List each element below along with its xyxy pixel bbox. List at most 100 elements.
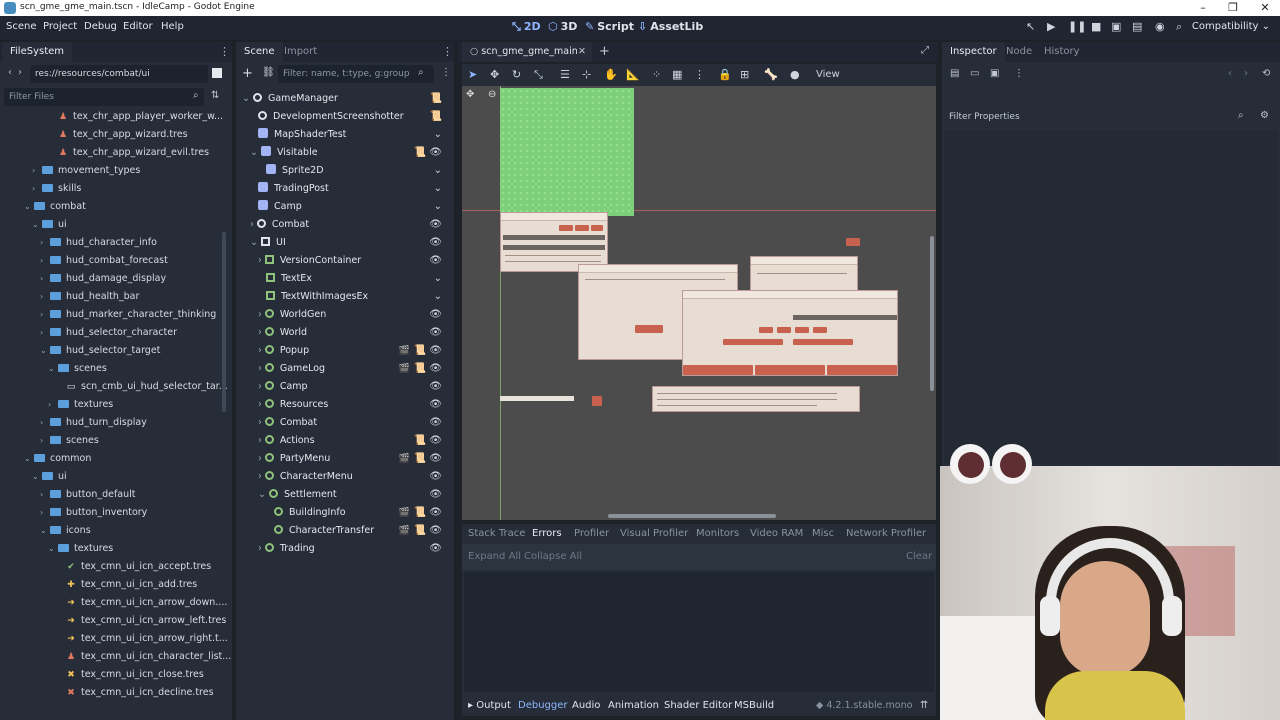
tab-msbuild[interactable]: MSBuild: [734, 700, 774, 711]
folder-item[interactable]: ⌄ ui: [32, 216, 67, 234]
tab-video-ram[interactable]: Video RAM: [750, 528, 803, 539]
tab-profiler[interactable]: Profiler: [574, 528, 609, 539]
close-window-icon[interactable]: ✕: [1250, 1, 1280, 15]
visibility-icon[interactable]: 👁: [429, 450, 442, 468]
visibility-icon[interactable]: 👁: [429, 486, 442, 504]
group-icon[interactable]: ⊞: [740, 68, 749, 81]
visibility-icon[interactable]: 👁: [429, 522, 442, 540]
visibility-icon[interactable]: 👁: [429, 216, 442, 234]
folder-item[interactable]: › hud_marker_character_thinking: [40, 306, 216, 324]
file-item[interactable]: ➜ tex_cmn_ui_icn_arrow_left.tres: [66, 612, 226, 630]
tab-inspector[interactable]: Inspector: [942, 42, 1005, 62]
group-icon[interactable]: 🎬: [399, 504, 410, 522]
folder-item[interactable]: ⌄ combat: [24, 198, 86, 216]
node-item[interactable]: ⌄ Visitable 📜 👁: [250, 144, 448, 162]
scene-filter-input[interactable]: Filter: name, t:type, g:group: [278, 65, 434, 83]
file-item[interactable]: ✖ tex_cmn_ui_icn_close.tres: [66, 666, 204, 684]
clear-button[interactable]: Clear: [906, 551, 932, 562]
visibility-icon[interactable]: ⌄: [434, 270, 442, 288]
node-item[interactable]: CharacterTransfer 🎬 📜 👁: [274, 522, 448, 540]
file-item[interactable]: ♟ tex_chr_app_wizard.tres: [58, 126, 188, 144]
visibility-icon[interactable]: 👁: [429, 468, 442, 486]
visibility-icon[interactable]: 👁: [429, 378, 442, 396]
node-item[interactable]: › Combat 👁: [258, 414, 448, 432]
node-item[interactable]: › CharacterMenu 👁: [258, 468, 448, 486]
file-item[interactable]: ♟ tex_chr_app_wizard_evil.tres: [58, 144, 209, 162]
minimize-icon[interactable]: –: [1188, 1, 1218, 15]
folder-item[interactable]: › hud_character_info: [40, 234, 157, 252]
script-icon[interactable]: 📜: [430, 90, 442, 108]
menu-project[interactable]: Project: [43, 21, 77, 32]
group-icon[interactable]: 🎬: [399, 522, 410, 540]
tab-errors[interactable]: Errors: [532, 528, 562, 539]
close-tab-icon[interactable]: ✕: [578, 42, 586, 62]
tab-shader-editor[interactable]: Shader Editor: [664, 700, 732, 711]
tab-network-profiler[interactable]: Network Profiler: [846, 528, 926, 539]
folder-item[interactable]: ⌄ hud_selector_target: [40, 342, 160, 360]
scene-menu-icon[interactable]: ⋮: [442, 45, 453, 58]
visibility-icon[interactable]: 👁: [429, 342, 442, 360]
panel-toggle-icon[interactable]: ⇈: [920, 700, 928, 711]
remote-debug-icon[interactable]: ↖: [1026, 20, 1035, 33]
folder-item[interactable]: › scenes: [40, 432, 99, 450]
node-item[interactable]: ⌄ UI 👁: [250, 234, 448, 252]
tab-filesystem[interactable]: FileSystem: [2, 42, 73, 62]
visibility-icon[interactable]: ⌄: [434, 198, 442, 216]
movie-maker-icon[interactable]: ◉: [1155, 20, 1165, 33]
visibility-icon[interactable]: 👁: [429, 252, 442, 270]
group-icon[interactable]: 🎬: [399, 450, 410, 468]
tab-stack-trace[interactable]: Stack Trace: [468, 528, 525, 539]
expand-all-button[interactable]: Expand All: [468, 551, 521, 562]
pan-tool-icon[interactable]: ✋: [604, 68, 618, 81]
node-item[interactable]: MapShaderTest ⌄: [258, 126, 448, 144]
path-input[interactable]: res://resources/combat/ui: [30, 65, 208, 83]
list-select-icon[interactable]: ☰: [560, 68, 570, 81]
visibility-icon[interactable]: 👁: [429, 540, 442, 558]
add-tab-icon[interactable]: +: [599, 44, 610, 59]
2d-viewport[interactable]: ✥ ⊖ ⊕: [462, 86, 936, 520]
menu-editor[interactable]: Editor: [123, 21, 153, 32]
group-icon[interactable]: 🎬: [399, 360, 410, 378]
folder-item[interactable]: ⌄ icons: [40, 522, 91, 540]
open-folder-icon[interactable]: ▭: [970, 68, 979, 79]
folder-item[interactable]: › hud_selector_character: [40, 324, 177, 342]
script-icon[interactable]: 📜: [414, 360, 426, 378]
tab-audio[interactable]: Audio: [572, 700, 600, 711]
split-mode-icon[interactable]: [212, 68, 222, 78]
tab-output[interactable]: ▸ Output: [468, 700, 511, 711]
tab-misc[interactable]: Misc: [812, 528, 834, 539]
visibility-icon[interactable]: 👁: [429, 324, 442, 342]
visibility-icon[interactable]: 👁: [429, 306, 442, 324]
node-item[interactable]: › VersionContainer 👁: [258, 252, 448, 270]
script-icon[interactable]: 📜: [414, 522, 426, 540]
maximize-icon[interactable]: ❐: [1218, 1, 1248, 15]
filter-properties-input[interactable]: Filter Properties: [944, 108, 1254, 126]
script-icon[interactable]: 📜: [430, 108, 442, 126]
filter-files-input[interactable]: Filter Files: [4, 88, 204, 106]
file-item[interactable]: ➜ tex_cmn_ui_icn_arrow_down....: [66, 594, 227, 612]
collapse-all-button[interactable]: Collapse All: [524, 551, 582, 562]
folder-item[interactable]: ⌄ textures: [48, 540, 113, 558]
forward-arrow-icon[interactable]: ›: [18, 67, 22, 78]
script-icon[interactable]: 📜: [414, 504, 426, 522]
folder-item[interactable]: ⌄ scenes: [48, 360, 107, 378]
history-forward-icon[interactable]: ›: [1244, 68, 1248, 79]
errors-list[interactable]: [464, 572, 934, 692]
node-item[interactable]: › Camp 👁: [258, 378, 448, 396]
filesystem-menu-icon[interactable]: ⋮: [219, 45, 230, 58]
visibility-icon[interactable]: 👁: [429, 504, 442, 522]
visibility-icon[interactable]: 👁: [429, 396, 442, 414]
node-item[interactable]: TextWithImagesEx ⌄: [266, 288, 448, 306]
tab-animation[interactable]: Animation: [608, 700, 659, 711]
node-item[interactable]: › Actions 📜 👁: [258, 432, 448, 450]
object-history-icon[interactable]: ⟲: [1262, 68, 1270, 79]
menu-help[interactable]: Help: [161, 21, 184, 32]
file-item[interactable]: ♟ tex_cmn_ui_icn_character_list...: [66, 648, 231, 666]
script-icon[interactable]: 📜: [414, 144, 426, 162]
script-icon[interactable]: 📜: [414, 342, 426, 360]
script-icon[interactable]: 📜: [414, 450, 426, 468]
move-tool-icon[interactable]: ✥: [490, 68, 499, 81]
file-item[interactable]: ➜ tex_cmn_ui_icn_arrow_right.t...: [66, 630, 228, 648]
folder-item[interactable]: › hud_combat_forecast: [40, 252, 168, 270]
play-scene-icon[interactable]: ▣: [1111, 20, 1121, 33]
